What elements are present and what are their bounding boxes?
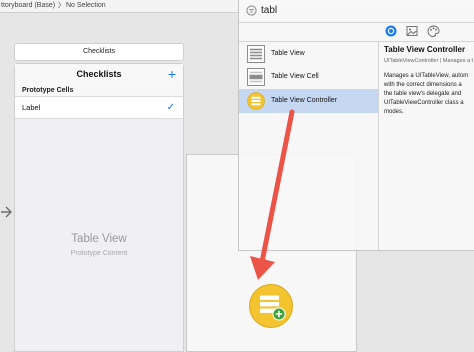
library-item-table-view-controller[interactable]: Table View Controller — [239, 89, 378, 113]
library-results-list: Table View Table View Cell Table View Co… — [239, 41, 379, 250]
color-palette-icon[interactable] — [427, 25, 440, 37]
detail-class-line: UITableViewController | Manages a t — [384, 58, 474, 64]
table-view-controller-scene[interactable]: Checklists + Prototype Cells Label ✓ Tab… — [14, 63, 184, 352]
detail-description: Manages a UITableView, autom with the co… — [384, 73, 469, 115]
cell-label: Label — [22, 103, 41, 112]
object-library-popover[interactable]: tabl Table View Table View Cell Table Vi… — [238, 0, 474, 251]
entry-point-arrow-icon — [1, 206, 12, 218]
table-view-placeholder-subtitle: Prototype Content — [70, 250, 128, 257]
add-icon[interactable]: + — [168, 65, 176, 83]
objects-library-icon[interactable] — [385, 25, 397, 37]
scene-title-bar[interactable]: Checklists — [14, 43, 184, 61]
filter-icon — [246, 5, 257, 16]
library-item-label: Table View — [271, 50, 305, 57]
media-library-icon[interactable] — [406, 25, 418, 37]
table-view-controller-drag-icon[interactable] — [248, 283, 294, 329]
checkmark-icon: ✓ — [166, 102, 175, 113]
search-input[interactable]: tabl — [261, 0, 277, 22]
prototype-cell[interactable]: Label ✓ — [15, 96, 183, 119]
library-detail-pane: Table View Controller UITableViewControl… — [379, 41, 474, 250]
detail-title: Table View Controller — [384, 45, 466, 54]
breadcrumb-storyboard[interactable]: ttoryboard (Base) — [1, 0, 55, 12]
table-view-controller-icon — [247, 92, 265, 110]
library-search-bar[interactable]: tabl — [239, 0, 474, 23]
library-item-label: Table View Controller — [271, 97, 338, 104]
library-item-table-view[interactable]: Table View — [239, 42, 378, 66]
nav-title: Checklists — [76, 69, 122, 79]
section-header: Prototype Cells — [15, 85, 183, 96]
table-view-cell-icon — [247, 68, 265, 86]
navigation-bar[interactable]: Checklists + — [15, 64, 183, 86]
table-view-placeholder-title: Table View — [71, 233, 127, 245]
breadcrumb-selection[interactable]: No Selection — [66, 0, 106, 12]
table-view-icon — [247, 45, 265, 63]
library-toolbar — [239, 22, 474, 42]
library-item-table-view-cell[interactable]: Table View Cell — [239, 65, 378, 89]
library-item-label: Table View Cell — [271, 73, 319, 80]
breadcrumb-separator: 〉 — [58, 2, 65, 9]
